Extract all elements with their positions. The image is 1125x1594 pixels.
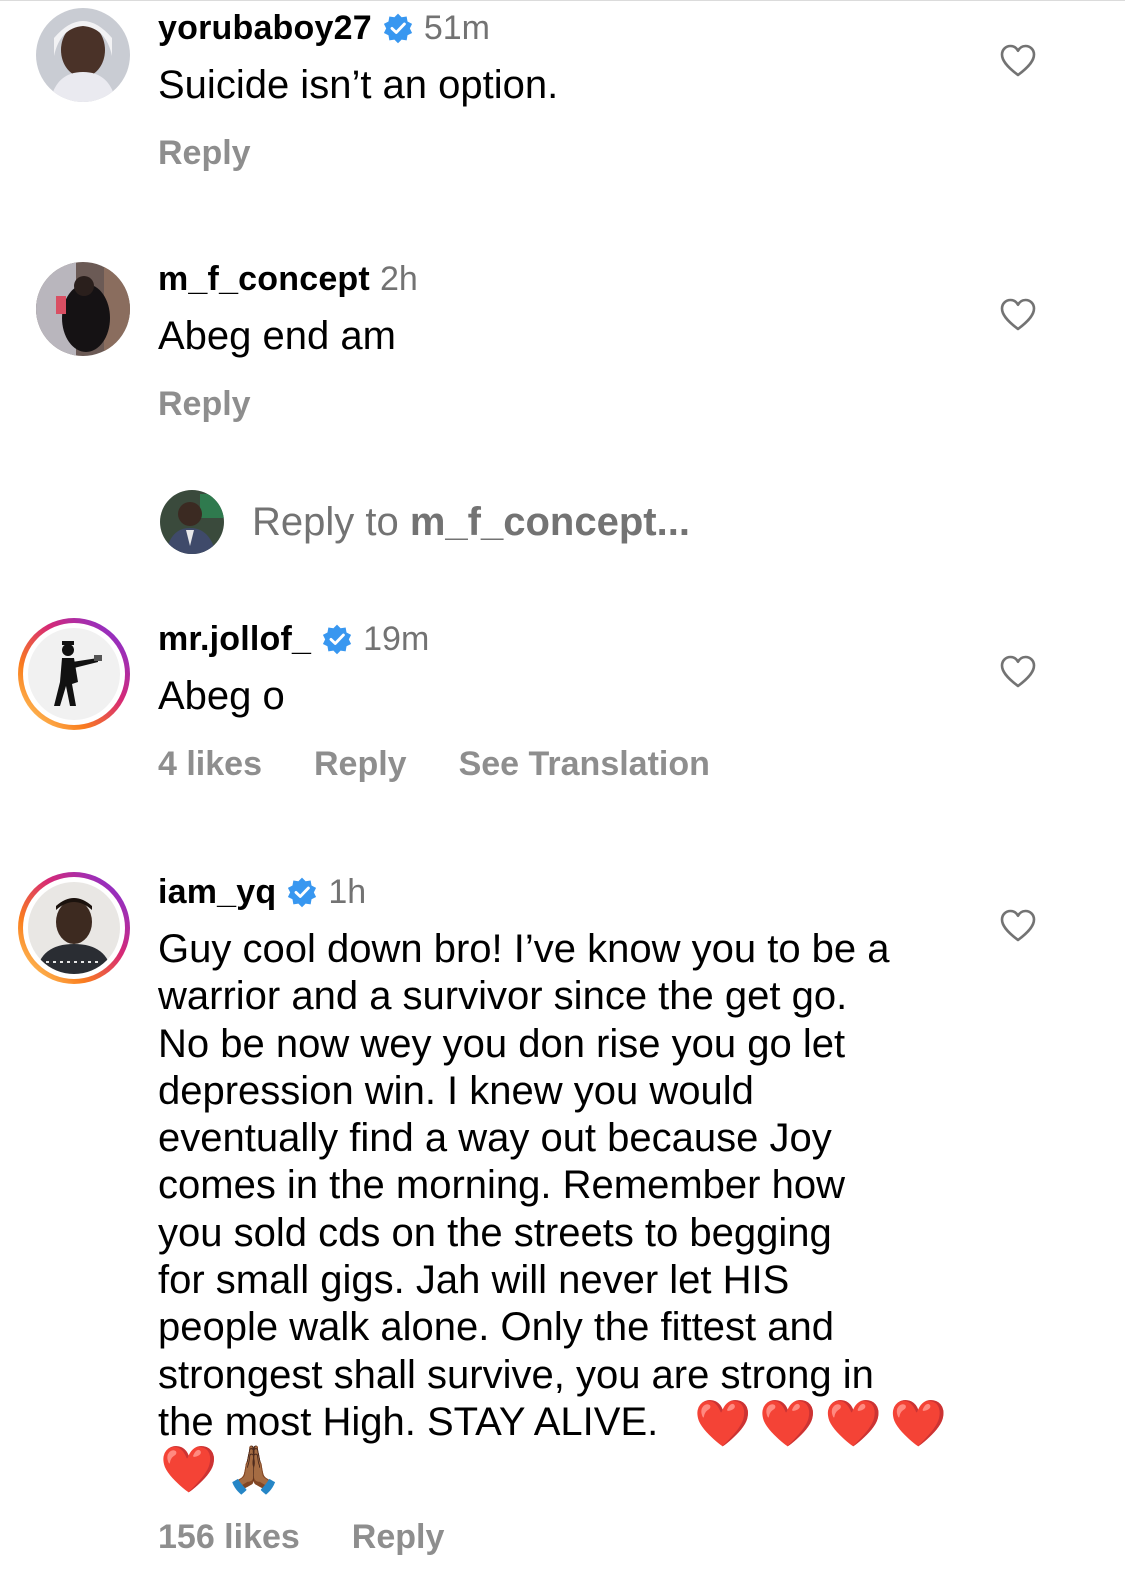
comment-text: Abeg end am (158, 314, 396, 358)
red-heart-emoji: ❤️ (824, 1397, 882, 1449)
username[interactable]: mr.jollof_ (158, 620, 311, 659)
likes-count[interactable]: 4 likes (158, 745, 262, 784)
username[interactable]: yorubaboy27 (158, 9, 372, 48)
reply-button[interactable]: Reply (314, 745, 407, 784)
reply-button[interactable]: Reply (352, 1518, 445, 1557)
reply-button[interactable]: Reply (158, 385, 251, 424)
top-divider (0, 0, 1125, 1)
user-photo-icon (160, 490, 224, 554)
timestamp: 1h (328, 872, 367, 911)
username[interactable]: iam_yq (158, 873, 276, 912)
user-photo (28, 628, 120, 720)
timestamp: 51m (423, 8, 490, 47)
see-translation-button[interactable]: See Translation (459, 745, 710, 784)
user-photo-icon (36, 8, 130, 102)
reply-placeholder[interactable]: Reply to m_f_concept... (252, 500, 690, 545)
timestamp: 2h (379, 259, 418, 298)
user-photo (28, 882, 120, 974)
folded-hands-emoji: 🙏🏾 (225, 1443, 283, 1495)
silhouette-icon (28, 628, 120, 720)
reply-button[interactable]: Reply (158, 134, 251, 173)
reply-target: m_f_concept... (409, 499, 690, 544)
emoji-row-inline: ❤️ ❤️ ❤️ ❤️ (694, 1398, 947, 1448)
red-heart-emoji: ❤️ (160, 1443, 218, 1495)
username[interactable]: m_f_concept (158, 260, 370, 299)
verified-badge-icon (321, 623, 353, 655)
comment-text: Abeg o (158, 674, 285, 718)
timestamp: 19m (363, 619, 430, 658)
avatar[interactable] (36, 262, 130, 356)
red-heart-emoji: ❤️ (694, 1397, 752, 1449)
heart-icon[interactable] (1000, 44, 1036, 78)
red-heart-emoji: ❤️ (759, 1397, 817, 1449)
user-photo-icon (28, 882, 120, 974)
avatar-story-ring[interactable] (18, 872, 130, 984)
avatar[interactable] (36, 8, 130, 102)
reply-prefix: Reply to (252, 499, 410, 544)
verified-badge-icon (382, 12, 414, 44)
comment-text: Suicide isn’t an option. (158, 63, 559, 107)
emoji-row-next: ❤️ 🙏🏾 (160, 1444, 283, 1494)
likes-count[interactable]: 156 likes (158, 1518, 300, 1557)
heart-icon[interactable] (1000, 655, 1036, 689)
heart-icon[interactable] (1000, 298, 1036, 332)
verified-badge-icon (286, 876, 318, 908)
comment-text: Guy cool down bro! I’ve know you to be a… (158, 927, 890, 1444)
red-heart-emoji: ❤️ (889, 1397, 948, 1449)
user-photo-icon (36, 262, 130, 356)
heart-icon[interactable] (1000, 909, 1036, 943)
avatar-story-ring[interactable] (18, 618, 130, 730)
reply-compose[interactable]: Reply to m_f_concept... (160, 490, 690, 554)
current-user-avatar (160, 490, 224, 554)
